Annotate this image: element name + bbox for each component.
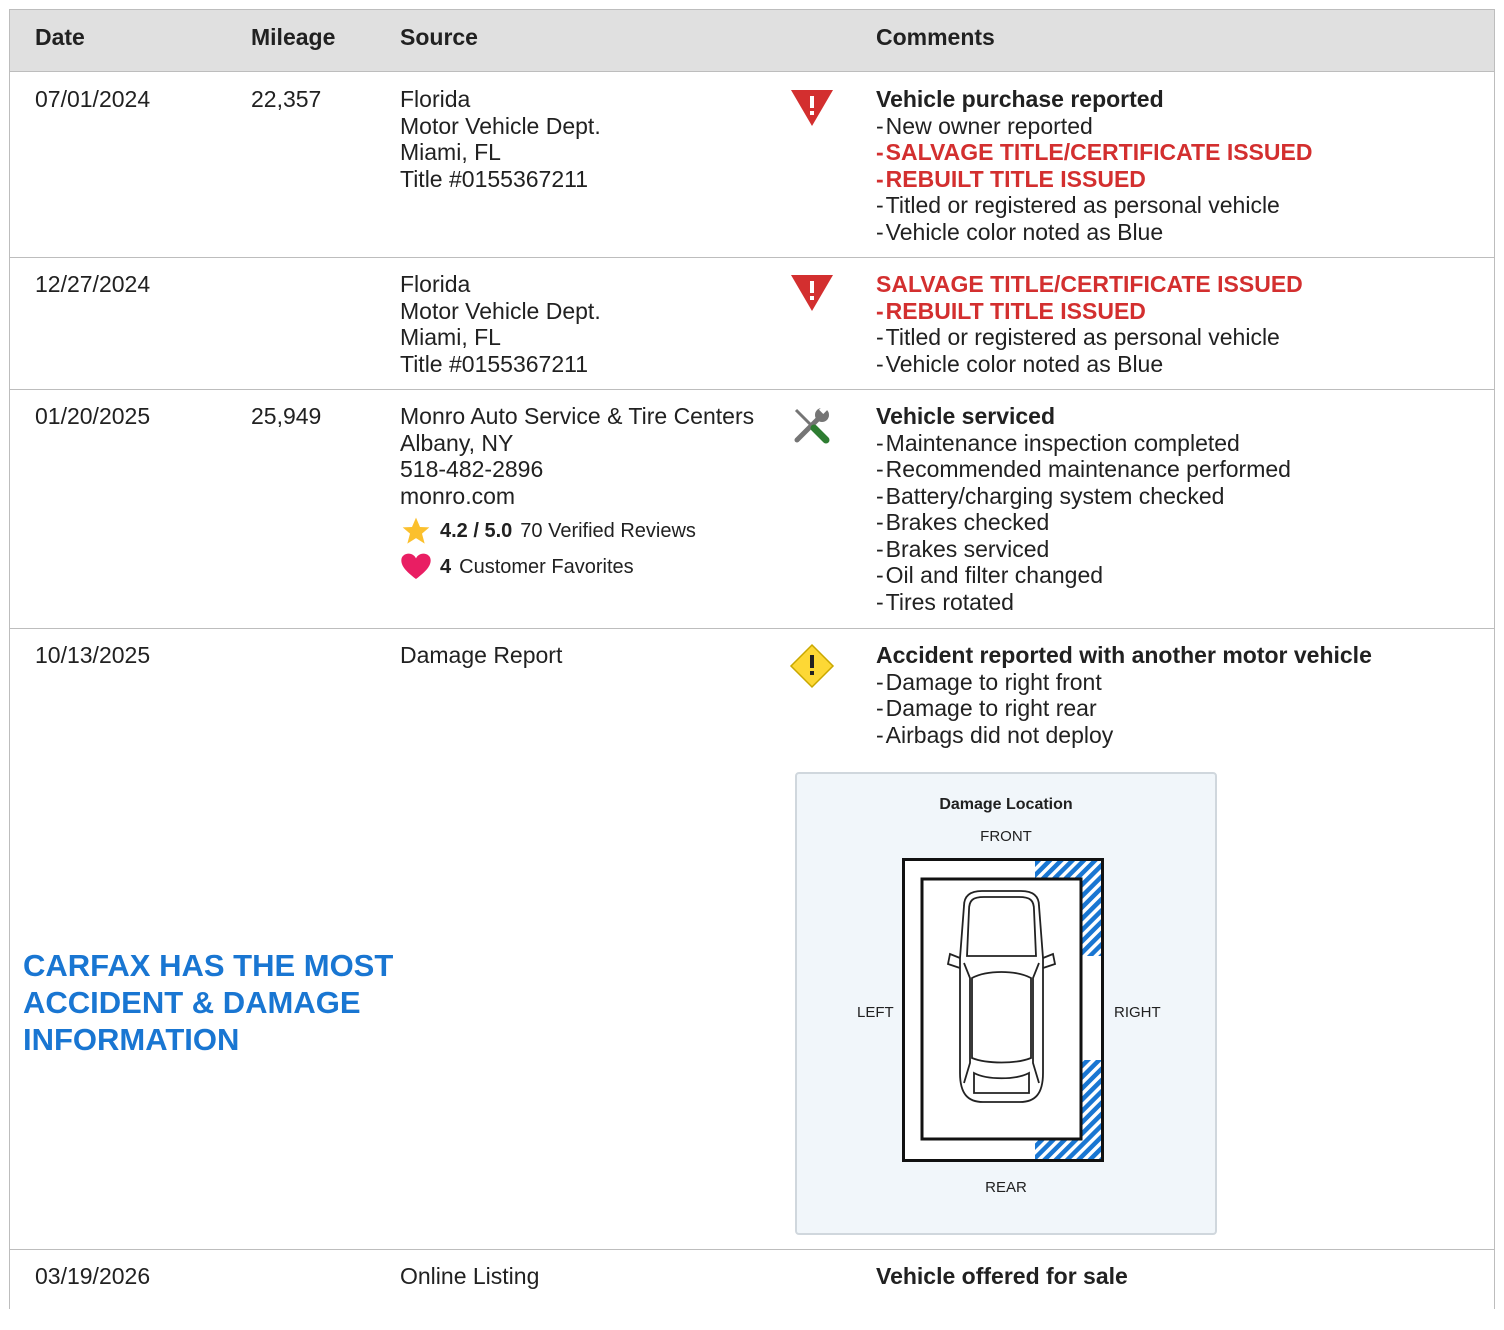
red-warning-icon xyxy=(791,275,833,311)
heart-icon xyxy=(401,553,431,579)
rating-row[interactable]: 4.2 / 5.0 70 Verified Reviews xyxy=(400,513,754,549)
source-line: Miami, FL xyxy=(400,139,501,165)
row-source: Florida Motor Vehicle Dept. Miami, FL Ti… xyxy=(400,271,601,377)
row-comments: Vehicle serviced -Maintenance inspection… xyxy=(876,403,1291,615)
comment-item: -Titled or registered as personal vehicl… xyxy=(876,192,1280,218)
source-link[interactable]: monro.com xyxy=(400,483,754,510)
source-line: Damage Report xyxy=(400,642,563,668)
source-line: Online Listing xyxy=(400,1263,540,1289)
wrench-screwdriver-icon xyxy=(794,404,830,444)
table-row: 03/19/2026 Online Listing Vehicle offere… xyxy=(10,1250,1494,1330)
comment-item: -New owner reported xyxy=(876,112,1093,139)
label-front: FRONT xyxy=(980,828,1032,845)
comment-item: -Damage to right rear xyxy=(876,695,1097,721)
comment-title: Vehicle offered for sale xyxy=(876,1263,1128,1289)
damage-location-diagram: Damage Location FRONT REAR LEFT RIGHT xyxy=(795,772,1217,1235)
header-comments: Comments xyxy=(876,24,995,50)
comment-item: -Brakes serviced xyxy=(876,535,1050,562)
comment-title: Vehicle purchase reported xyxy=(876,86,1164,112)
source-line: Florida xyxy=(400,271,471,297)
favorites-label: Customer Favorites xyxy=(459,555,634,578)
source-line: Miami, FL xyxy=(400,324,501,350)
source-line: Albany, NY xyxy=(400,429,514,456)
table-row: 12/27/2024 Florida Motor Vehicle Dept. M… xyxy=(10,258,1494,390)
comment-item: -Recommended maintenance performed xyxy=(876,456,1291,482)
comment-item: -Vehicle color noted as Blue xyxy=(876,218,1164,245)
history-table: Date Mileage Source Comments 07/01/2024 … xyxy=(9,9,1495,1309)
row-source: Online Listing xyxy=(400,1263,539,1290)
table-row: 10/13/2025 Damage Report Accident report… xyxy=(10,629,1494,1250)
promo-text: CARFAX HAS THE MOST ACCIDENT & DAMAGE IN… xyxy=(23,947,423,1058)
row-date: 10/13/2025 xyxy=(35,642,151,668)
row-source: Damage Report xyxy=(400,642,562,669)
comment-item: -Oil and filter changed xyxy=(876,562,1104,588)
promo-line: CARFAX HAS THE MOST xyxy=(23,948,394,983)
table-header: Date Mileage Source Comments xyxy=(10,10,1494,72)
source-line: Monro Auto Service & Tire Centers xyxy=(400,403,755,429)
source-line: Florida xyxy=(400,86,471,112)
reviews-link[interactable]: 70 Verified Reviews xyxy=(520,518,696,545)
comment-item-alert: -SALVAGE TITLE/CERTIFICATE ISSUED xyxy=(876,139,1313,165)
label-rear: REAR xyxy=(985,1179,1027,1196)
row-comments: Vehicle offered for sale xyxy=(876,1263,1128,1290)
row-mileage: 25,949 xyxy=(251,403,322,429)
label-left: LEFT xyxy=(857,1004,894,1021)
row-comments: Vehicle purchase reported -New owner rep… xyxy=(876,86,1312,245)
row-date: 12/27/2024 xyxy=(35,271,151,297)
rating-value: 4.2 / 5.0 xyxy=(440,519,513,542)
header-mileage: Mileage xyxy=(251,24,336,50)
favorites-row: 4 Customer Favorites xyxy=(400,549,754,585)
source-line: Motor Vehicle Dept. xyxy=(400,297,601,324)
source-line: Title #0155367211 xyxy=(400,165,588,192)
comment-title-alert: SALVAGE TITLE/CERTIFICATE ISSUED xyxy=(876,271,1303,297)
source-line: Title #0155367211 xyxy=(400,350,588,377)
favorites-count: 4 xyxy=(440,555,452,578)
comment-item: -Vehicle color noted as Blue xyxy=(876,350,1164,377)
red-warning-icon xyxy=(791,90,833,126)
row-comments: Accident reported with another motor veh… xyxy=(876,642,1372,748)
row-mileage: 22,357 xyxy=(251,86,322,112)
row-source: Florida Motor Vehicle Dept. Miami, FL Ti… xyxy=(400,86,601,192)
table-row: 07/01/2024 22,357 Florida Motor Vehicle … xyxy=(10,72,1494,258)
comment-item-alert: -REBUILT TITLE ISSUED xyxy=(876,165,1146,192)
label-right: RIGHT xyxy=(1114,1004,1161,1021)
promo-line: ACCIDENT & DAMAGE xyxy=(23,985,361,1020)
comment-item: -Titled or registered as personal vehicl… xyxy=(876,324,1280,350)
row-comments: SALVAGE TITLE/CERTIFICATE ISSUED -REBUIL… xyxy=(876,271,1303,377)
car-diagram xyxy=(902,858,1104,1162)
source-line: Motor Vehicle Dept. xyxy=(400,112,601,139)
comment-item: -Battery/charging system checked xyxy=(876,482,1225,509)
source-line: 518-482-2896 xyxy=(400,456,544,482)
promo-line: INFORMATION xyxy=(23,1022,240,1057)
row-date: 01/20/2025 xyxy=(35,403,151,429)
comment-title: Accident reported with another motor veh… xyxy=(876,642,1372,668)
comment-item: -Airbags did not deploy xyxy=(876,721,1114,748)
comment-item: -Tires rotated xyxy=(876,588,1014,615)
star-icon xyxy=(402,517,430,544)
header-date: Date xyxy=(35,24,85,50)
yellow-warning-icon xyxy=(789,643,835,689)
comment-title: Vehicle serviced xyxy=(876,403,1056,429)
comment-item-alert: -REBUILT TITLE ISSUED xyxy=(876,297,1146,324)
comment-item: -Damage to right front xyxy=(876,668,1102,695)
row-date: 07/01/2024 xyxy=(35,86,151,112)
comment-item: -Maintenance inspection completed xyxy=(876,429,1240,456)
row-source: Monro Auto Service & Tire Centers Albany… xyxy=(400,403,754,585)
header-source: Source xyxy=(400,24,478,50)
comment-item: -Brakes checked xyxy=(876,509,1050,535)
damage-title: Damage Location xyxy=(939,796,1073,813)
row-date: 03/19/2026 xyxy=(35,1263,151,1289)
table-row: 01/20/2025 25,949 Monro Auto Service & T… xyxy=(10,390,1494,629)
